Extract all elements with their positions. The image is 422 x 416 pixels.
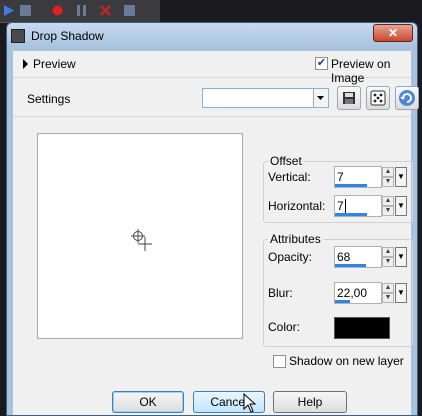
preview-canvas[interactable] [37,133,243,339]
opacity-label: Opacity: [268,250,313,264]
offset-group-label: Offset [268,154,304,168]
horizontal-value: 7 [337,199,344,213]
preview-expander-label[interactable]: Preview [33,57,76,71]
save-icon[interactable] [124,5,135,16]
vertical-value: 7 [337,170,344,184]
host-toolbar [0,0,160,23]
horizontal-input[interactable]: 7 [334,195,382,217]
spin-up-icon[interactable]: ▲ [382,167,394,177]
spin-up-icon[interactable]: ▲ [382,283,394,293]
ok-button[interactable]: OK [112,391,184,413]
play-icon[interactable] [3,5,14,16]
vertical-input[interactable]: 7 [334,166,382,188]
blur-input[interactable]: 22,00 [334,282,382,304]
dialog-body: Preview ✔ Preview on Image Settings Offs… [13,51,419,415]
checkmark-icon: ✔ [316,57,327,69]
help-button[interactable]: Help [273,391,347,413]
opacity-slider-bar[interactable] [335,264,367,267]
save-preset-button[interactable] [337,86,361,110]
shadow-on-new-layer-checkbox[interactable] [273,355,286,368]
offset-group: Offset Vertical: 7 ▲ ▼ ▼ Horizontal: 7 ▲ ▼… [263,154,413,223]
shadow-color-swatch[interactable] [334,317,390,339]
vertical-label: Vertical: [268,170,311,184]
dialog-title: Drop Shadow [31,29,104,43]
stop-icon[interactable] [20,5,31,16]
randomize-button[interactable] [366,86,390,110]
shadow-on-new-layer-label: Shadow on new layer [289,354,404,368]
opacity-spinner[interactable]: ▲ ▼ [382,247,394,267]
settings-bar: Settings [13,78,419,117]
horizontal-slider-bar[interactable] [335,213,368,216]
spin-down-icon[interactable]: ▼ [382,257,394,267]
crosshair-cursor-icon [131,229,152,251]
spin-down-icon[interactable]: ▼ [382,177,394,187]
vertical-spinner[interactable]: ▲ ▼ [382,167,394,187]
opacity-dropdown-button[interactable]: ▼ [395,247,407,267]
blur-spinner[interactable]: ▲ ▼ [382,283,394,303]
horizontal-label: Horizontal: [268,199,326,213]
settings-label: Settings [27,92,71,106]
dice-icon [370,90,386,106]
delete-icon[interactable] [100,5,111,16]
blur-value: 22,00 [337,286,368,300]
floppy-disk-icon [343,92,355,104]
opacity-value: 68 [337,250,351,264]
record-icon[interactable] [52,5,63,16]
chevron-down-icon[interactable] [313,89,328,107]
pause-icon[interactable] [76,5,87,16]
spin-down-icon[interactable]: ▼ [382,293,394,303]
preview-on-image-checkbox[interactable]: ✔ [315,57,328,70]
vertical-slider-bar[interactable] [335,184,368,187]
settings-preset-combo[interactable] [202,88,329,108]
preview-bar: Preview ✔ Preview on Image [13,51,411,85]
blur-slider-bar[interactable] [335,300,350,303]
spin-up-icon[interactable]: ▲ [382,196,394,206]
blur-label: Blur: [268,286,293,300]
blur-dropdown-button[interactable]: ▼ [395,283,407,303]
attributes-group: Attributes Opacity: 68 ▲ ▼ ▼ Blur: 22,00 … [263,232,413,347]
horizontal-dropdown-button[interactable]: ▼ [395,196,407,216]
mouse-pointer-icon [243,393,257,413]
horizontal-spinner[interactable]: ▲ ▼ [382,196,394,216]
color-label: Color: [268,320,301,334]
spin-down-icon[interactable]: ▼ [382,206,394,216]
reset-arrow-icon [399,90,415,106]
opacity-input[interactable]: 68 [334,246,382,268]
reset-button[interactable] [395,86,419,110]
app-icon [11,29,25,43]
title-bar: Drop Shadow ✕ [7,23,417,49]
spin-up-icon[interactable]: ▲ [382,247,394,257]
drop-shadow-dialog: Drop Shadow ✕ Preview ✔ Preview on Image… [6,22,419,416]
vertical-dropdown-button[interactable]: ▼ [395,167,407,187]
text-caret [345,199,346,213]
expand-arrow-icon[interactable] [23,59,28,69]
attributes-group-label: Attributes [268,232,323,246]
close-button[interactable]: ✕ [373,24,413,42]
